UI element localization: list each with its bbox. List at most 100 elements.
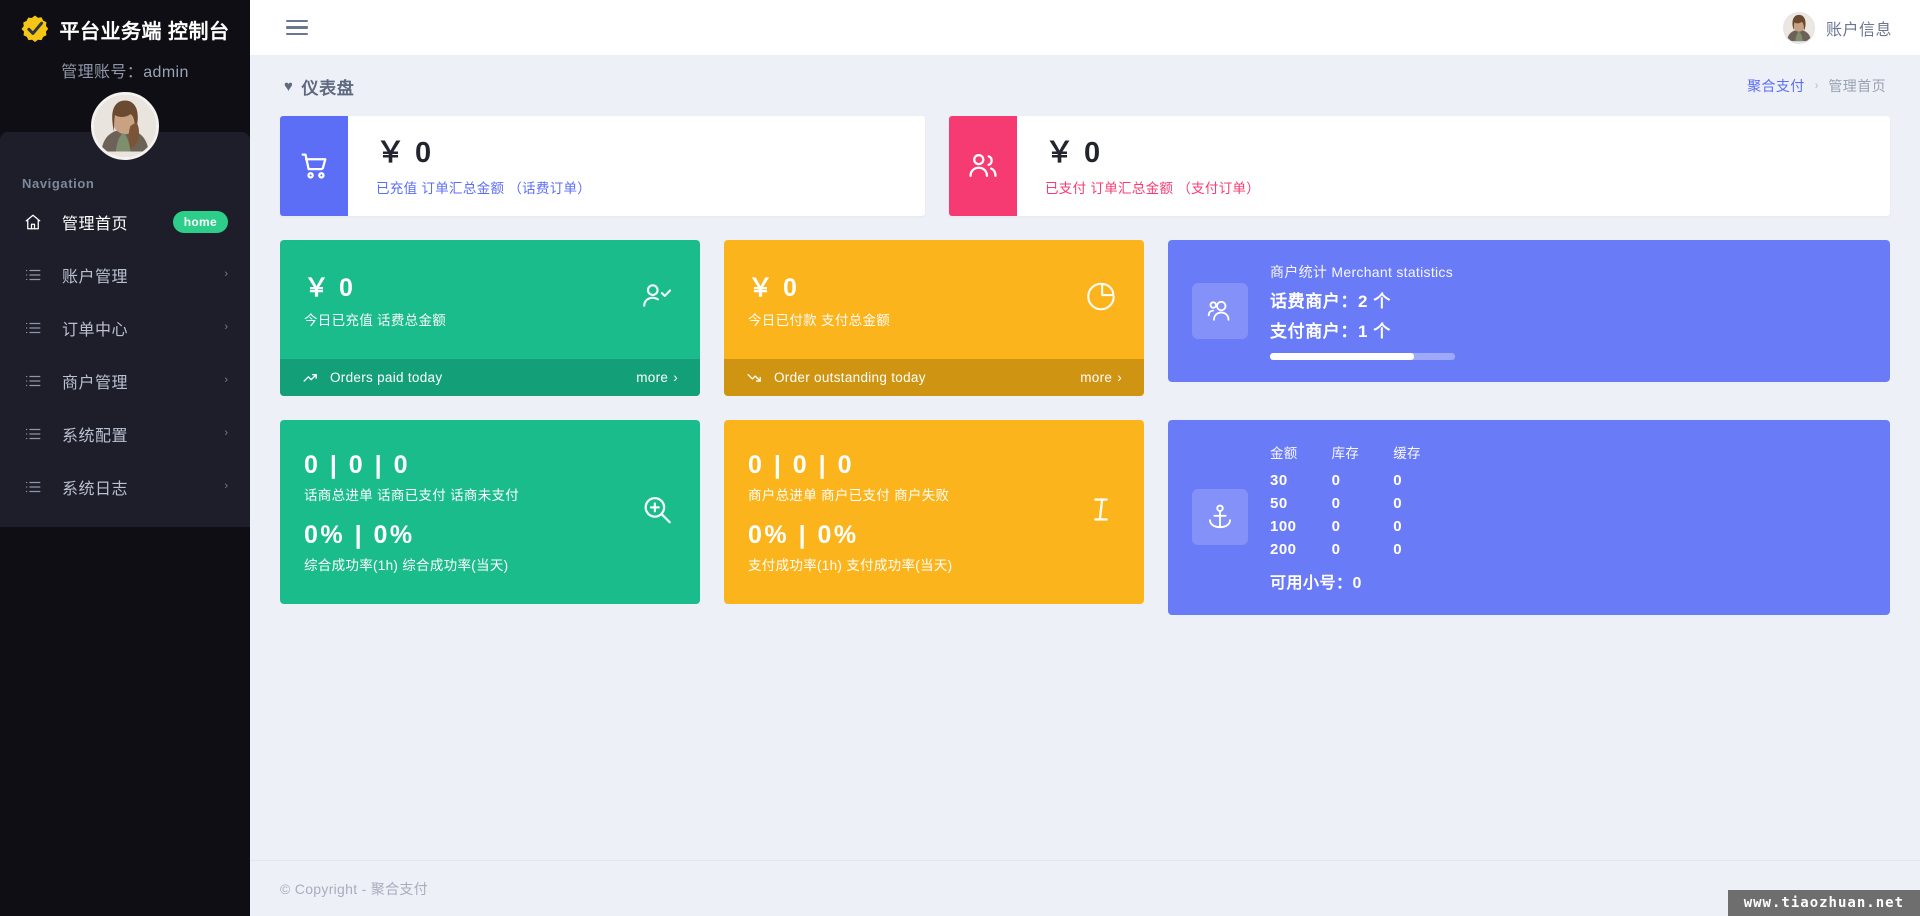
merchant-phone-count: 话费商户：2 个 — [1270, 292, 1391, 311]
cell-amount: 30 — [1270, 471, 1288, 489]
sidebar-item-label: 系统配置 — [62, 427, 129, 445]
cell-cache: 0 — [1393, 471, 1403, 489]
tile-more-label: more — [636, 369, 669, 385]
stat-gap — [304, 506, 676, 520]
tile-merchant-order-stats[interactable]: 0 | 0 | 0 商户总进单 商户已支付 商户失败 0% | 0% 支付成功率… — [724, 419, 1144, 604]
tile-today-recharge[interactable]: ￥ 0 今日已充值 话费总金额 Orders paid today more › — [280, 240, 700, 396]
avatar[interactable] — [91, 92, 159, 160]
content-area: ♥ 仪表盘 聚合支付 › 管理首页 ￥ 0 已充值 订单汇总金额 （话费订单） … — [250, 56, 1920, 860]
trend-down-icon — [746, 369, 763, 386]
users-group-icon — [1192, 283, 1248, 339]
stock-col-inventory: 库存 — [1331, 445, 1360, 461]
cell-cache: 0 — [1393, 517, 1403, 535]
merchant-card-title: 商户统计 Merchant statistics — [1270, 264, 1454, 280]
avatar — [1782, 11, 1815, 44]
breadcrumb-link[interactable]: 聚合支付 — [1747, 76, 1805, 96]
account-info-button[interactable]: 账户信息 — [1782, 11, 1892, 44]
stat-rates: 0% | 0% — [748, 520, 859, 549]
cell-inventory: 0 — [1331, 471, 1341, 489]
tile-more-link[interactable]: more › — [1080, 370, 1122, 385]
tile-footer-label: Order outstanding today — [774, 369, 926, 385]
cell-amount: 100 — [1270, 517, 1297, 535]
admin-account-line: 管理账号：admin — [0, 58, 250, 82]
cell-amount: 200 — [1270, 540, 1297, 558]
brand-name: 平台业务端 控制台 — [59, 20, 230, 43]
tile-body: ￥ 0 今日已付款 支付总金额 — [724, 240, 1144, 359]
stock-table-wrap: 金额 库存 缓存 30 0 0 50 0 0 100 0 0 200 0 0 可… — [1270, 442, 1455, 593]
sidebar-item-home[interactable]: 管理首页 home — [0, 195, 250, 248]
summary-card-paid[interactable]: ￥ 0 已支付 订单汇总金额 （支付订单） — [949, 116, 1890, 216]
stat-count-labels: 商户总进单 商户已支付 商户失败 — [748, 487, 950, 503]
chevron-right-icon: › — [1814, 80, 1819, 92]
summary-card-body: ￥ 0 已支付 订单汇总金额 （支付订单） — [1017, 116, 1260, 216]
summary-card-recharge[interactable]: ￥ 0 已充值 订单汇总金额 （话费订单） — [280, 116, 925, 216]
merchant-progress-bar — [1270, 353, 1455, 360]
page-head: ♥ 仪表盘 聚合支付 › 管理首页 — [280, 56, 1890, 116]
trend-up-icon — [302, 369, 319, 386]
sidebar-avatar-wrap — [0, 92, 250, 160]
copyright-text: © Copyright - 聚合支付 — [280, 880, 428, 897]
anchor-icon — [1192, 489, 1248, 546]
admin-label: 管理账号： — [61, 64, 144, 81]
topbar: 账户信息 — [250, 0, 1920, 56]
page-title-text: 仪表盘 — [301, 78, 355, 98]
footer: © Copyright - 聚合支付 www.tiaozhuan.net — [250, 860, 1920, 916]
sidebar-item-order-center[interactable]: 订单中心 › — [0, 301, 250, 354]
stat-count-labels: 话商总进单 话商已支付 话商未支付 — [304, 487, 520, 503]
chevron-right-icon: › — [224, 268, 228, 280]
text-cursor-icon — [1084, 492, 1118, 531]
nav-list: 管理首页 home 账户管理 › 订单中心 › 商户管理 › 系统配置 › 系统… — [0, 195, 250, 513]
sidebar-item-system-config[interactable]: 系统配置 › — [0, 407, 250, 460]
summary-card-subtitle: 已支付 订单汇总金额 （支付订单） — [1045, 180, 1261, 196]
user-avatar — [94, 95, 156, 157]
sidebar: 平台业务端 控制台 管理账号：admin Navigation 管理首页 hom… — [0, 0, 250, 916]
user-check-icon — [640, 280, 674, 319]
zoom-in-icon — [640, 492, 674, 531]
table-row: 30 0 0 — [1270, 469, 1455, 492]
table-row: 200 0 0 — [1270, 538, 1455, 561]
chevron-right-icon: › — [1117, 369, 1122, 385]
chevron-right-icon: › — [224, 480, 228, 492]
home-icon — [24, 213, 46, 231]
brand[interactable]: 平台业务端 控制台 — [0, 0, 250, 46]
tile-today-paid[interactable]: ￥ 0 今日已付款 支付总金额 Order outstanding today — [724, 240, 1144, 396]
list-icon — [24, 478, 46, 496]
tiles-row-2: ￥ 0 今日已充值 话费总金额 Orders paid today more ›… — [280, 240, 1890, 396]
sidebar-item-label: 管理首页 — [62, 215, 129, 233]
stat-counts: 0 | 0 | 0 — [304, 450, 410, 479]
gear-check-icon — [20, 14, 50, 44]
chevron-right-icon: › — [673, 369, 678, 385]
card-stock-statistics[interactable]: 金额 库存 缓存 30 0 0 50 0 0 100 0 0 200 0 0 可… — [1168, 419, 1890, 615]
summary-row: ￥ 0 已充值 订单汇总金额 （话费订单） ￥ 0 已支付 订单汇总金额 （支付… — [280, 116, 1890, 216]
stat-block-rates: 0% | 0% 支付成功率(1h) 支付成功率(当天) — [748, 520, 1120, 574]
stock-col-amount: 金额 — [1270, 445, 1298, 461]
tile-phone-order-stats[interactable]: 0 | 0 | 0 话商总进单 话商已支付 话商未支付 0% | 0% 综合成功… — [280, 419, 700, 604]
stat-block-counts: 0 | 0 | 0 话商总进单 话商已支付 话商未支付 — [304, 450, 676, 504]
sidebar-item-account-management[interactable]: 账户管理 › — [0, 248, 250, 301]
stat-counts: 0 | 0 | 0 — [748, 450, 854, 479]
stat-rates: 0% | 0% — [304, 520, 415, 549]
chevron-right-icon: › — [224, 374, 228, 386]
sidebar-item-merchant-management[interactable]: 商户管理 › — [0, 354, 250, 407]
sidebar-nav: Navigation 管理首页 home 账户管理 › 订单中心 › 商户管理 … — [0, 132, 250, 527]
hamburger-icon[interactable] — [282, 16, 312, 40]
merchant-card-text: 商户统计 Merchant statistics 话费商户：2 个 支付商户：1… — [1270, 262, 1866, 360]
app-root: 平台业务端 控制台 管理账号：admin Navigation 管理首页 hom… — [0, 0, 1920, 916]
nav-section-title: Navigation — [22, 176, 95, 191]
sidebar-badge-home: home — [172, 210, 228, 233]
sidebar-item-label: 商户管理 — [62, 374, 129, 392]
tile-body: ￥ 0 今日已充值 话费总金额 — [280, 240, 700, 359]
stock-card-inner: 金额 库存 缓存 30 0 0 50 0 0 100 0 0 200 0 0 可… — [1168, 420, 1890, 615]
tile-footer[interactable]: Orders paid today more › — [280, 358, 700, 396]
tile-footer[interactable]: Order outstanding today more › — [724, 358, 1144, 396]
tile-body: 0 | 0 | 0 商户总进单 商户已支付 商户失败 0% | 0% 支付成功率… — [724, 420, 1144, 604]
breadcrumb-current: 管理首页 — [1828, 78, 1886, 94]
tile-more-link[interactable]: more › — [636, 370, 678, 385]
summary-card-value: ￥ 0 — [376, 137, 433, 169]
tile-more-label: more — [1080, 369, 1113, 385]
sidebar-item-system-log[interactable]: 系统日志 › — [0, 460, 250, 513]
card-merchant-statistics[interactable]: 商户统计 Merchant statistics 话费商户：2 个 支付商户：1… — [1168, 240, 1890, 382]
tile-subtitle: 今日已充值 话费总金额 — [304, 312, 447, 328]
main-area: 账户信息 ♥ 仪表盘 聚合支付 › 管理首页 ￥ 0 已充值 订单汇总金额 （话… — [250, 0, 1920, 916]
summary-card-subtitle: 已充值 订单汇总金额 （话费订单） — [376, 180, 592, 196]
